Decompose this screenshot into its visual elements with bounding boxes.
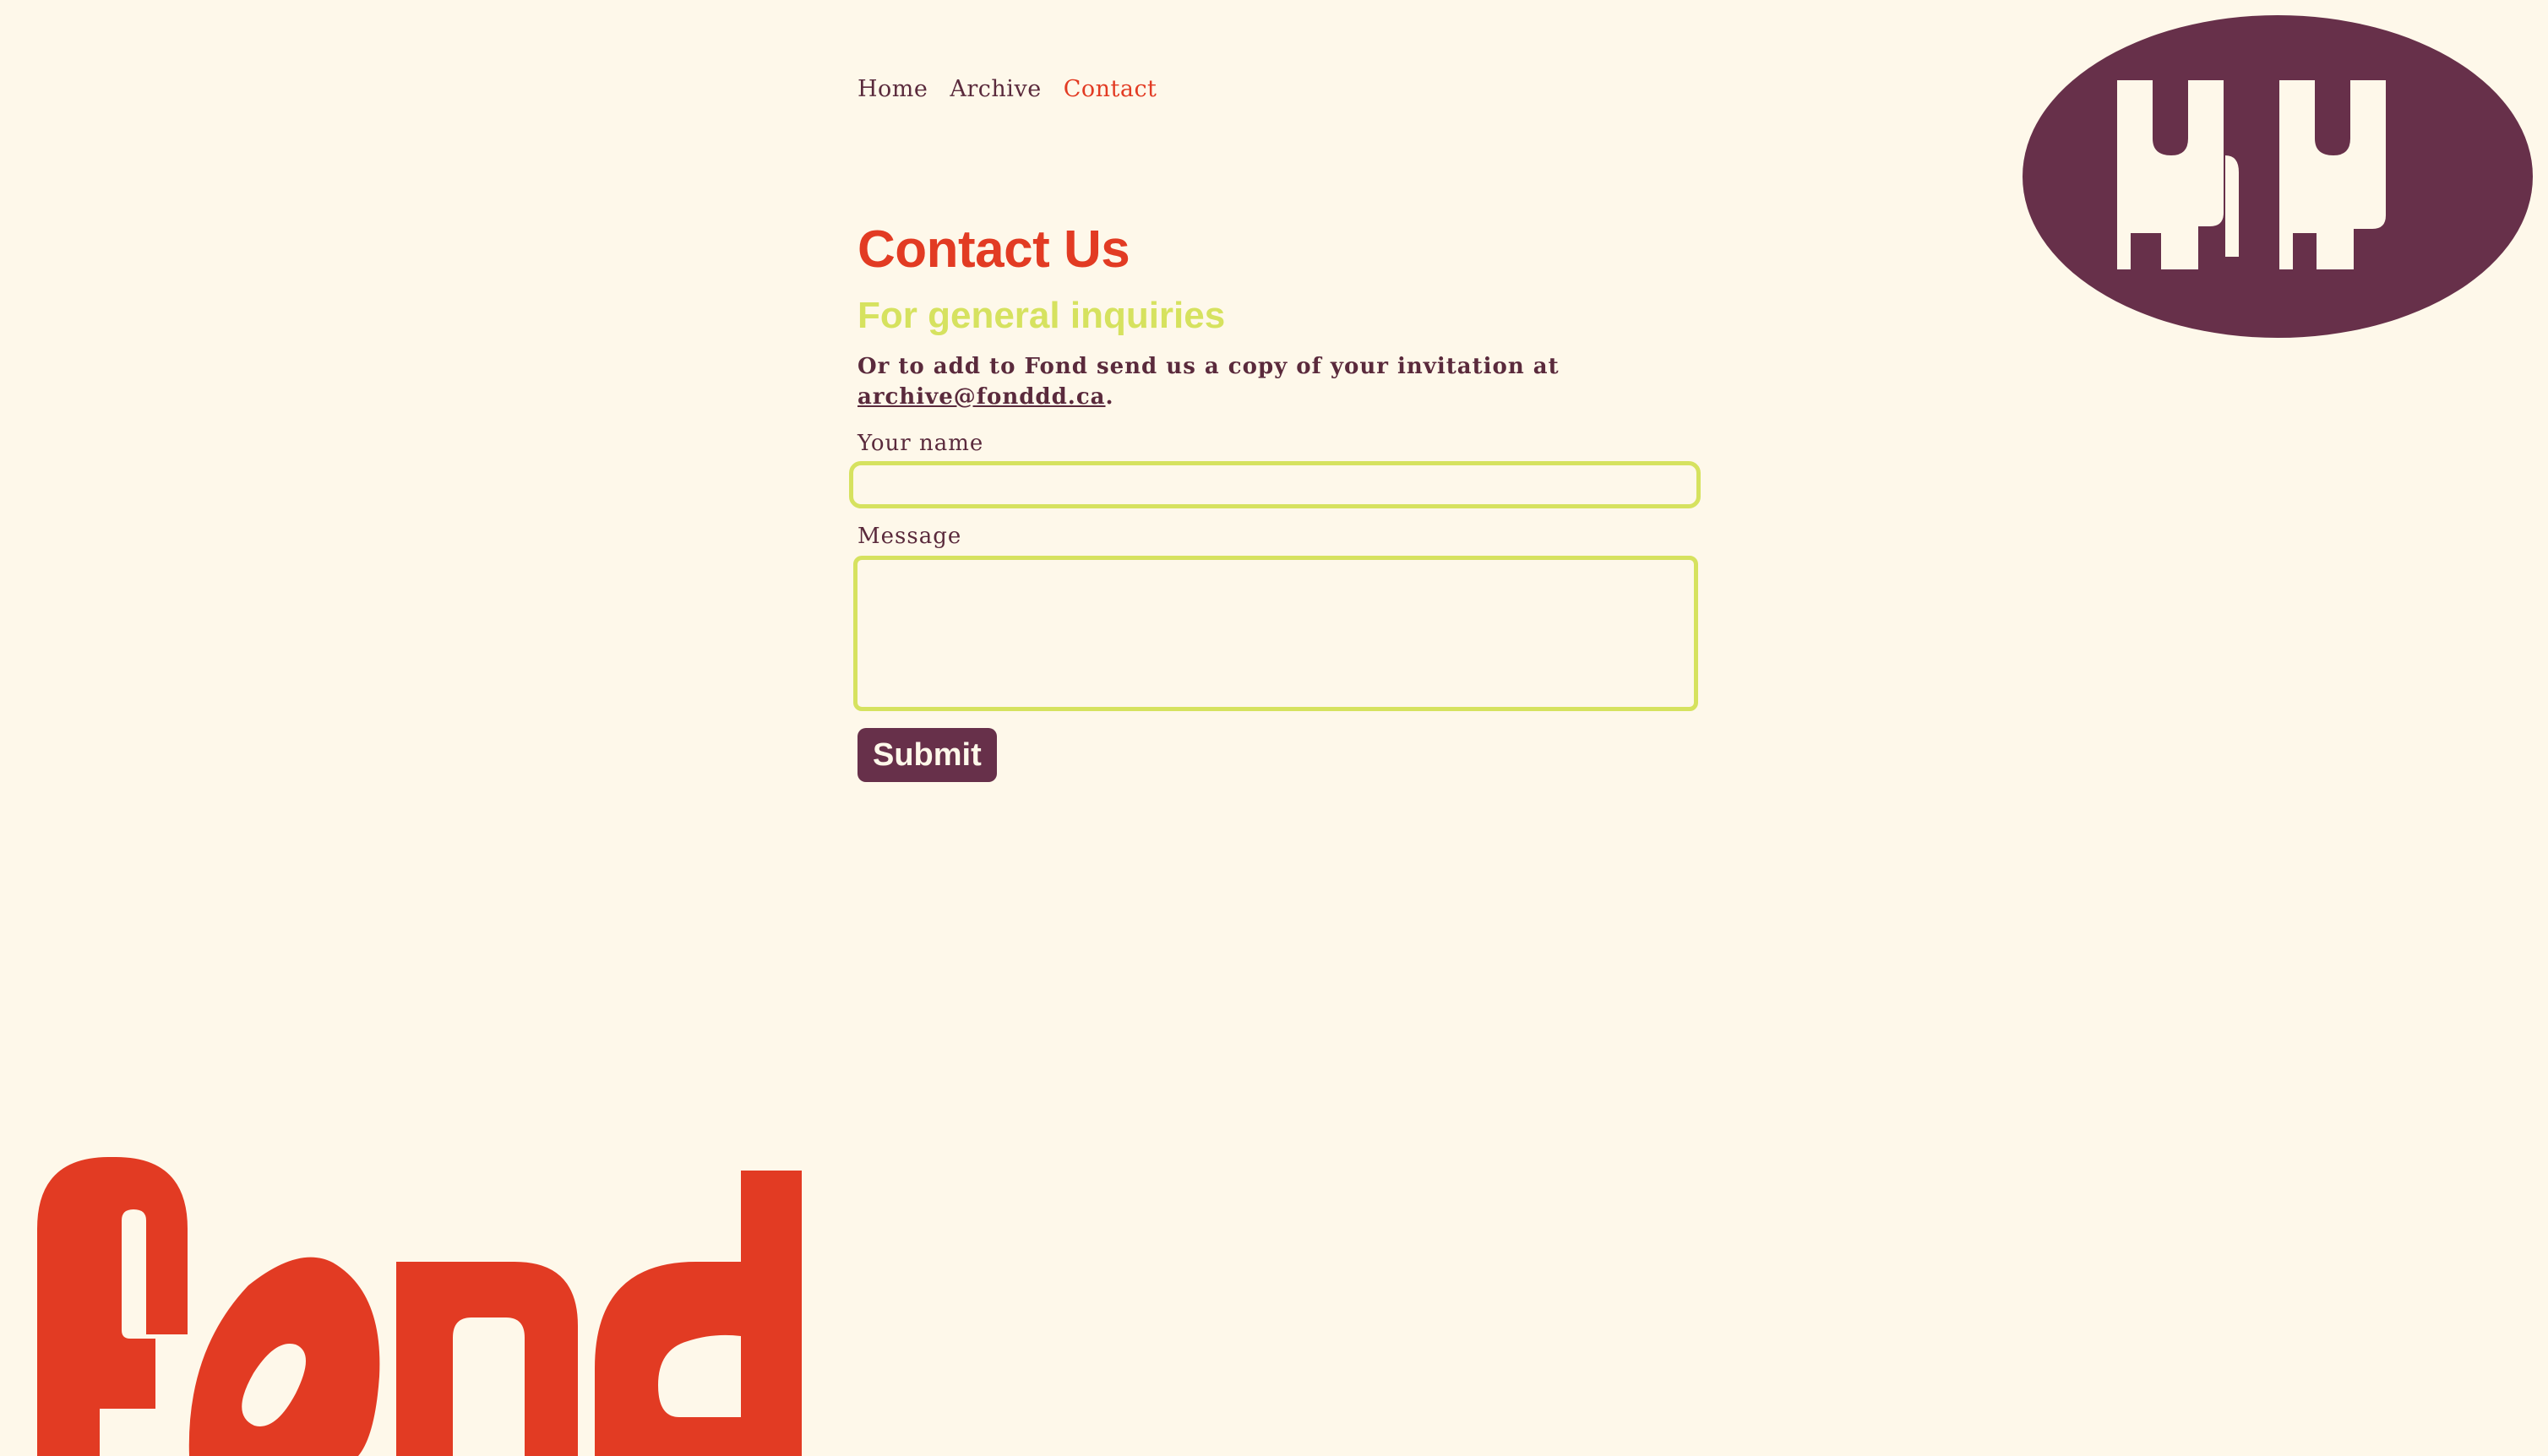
email-link[interactable]: archive@fonddd.ca bbox=[858, 384, 1106, 410]
intro-text: Or to add to Fond send us a copy of your… bbox=[858, 354, 1560, 379]
page-subtitle: For general inquiries bbox=[858, 295, 1226, 336]
wordmark-letter-d bbox=[595, 1171, 802, 1456]
intro-paragraph: Or to add to Fond send us a copy of your… bbox=[858, 351, 1702, 412]
wordmark-letter-n bbox=[396, 1262, 578, 1456]
name-input[interactable] bbox=[849, 461, 1701, 508]
nav-link-home[interactable]: Home bbox=[858, 76, 928, 102]
contact-section: Contact Us For general inquiries Or to a… bbox=[849, 215, 1702, 782]
nav-link-contact[interactable]: Contact bbox=[1064, 76, 1157, 102]
submit-button[interactable]: Submit bbox=[858, 728, 997, 782]
message-textarea[interactable] bbox=[853, 556, 1698, 711]
name-label: Your name bbox=[858, 431, 984, 456]
fond-emblem-icon[interactable] bbox=[2023, 15, 2533, 338]
main-nav: Home Archive Contact bbox=[858, 76, 1157, 102]
wordmark-letter-f bbox=[37, 1157, 188, 1456]
wordmark-letter-o bbox=[188, 1257, 380, 1456]
emblem-ellipse bbox=[2023, 15, 2533, 338]
fond-wordmark-logo bbox=[37, 1157, 802, 1456]
message-label: Message bbox=[858, 524, 962, 549]
nav-link-archive[interactable]: Archive bbox=[950, 76, 1041, 102]
page-title: Contact Us bbox=[858, 220, 1130, 279]
intro-end: . bbox=[1105, 384, 1114, 410]
contact-form: Your name Message Submit bbox=[849, 429, 1702, 782]
